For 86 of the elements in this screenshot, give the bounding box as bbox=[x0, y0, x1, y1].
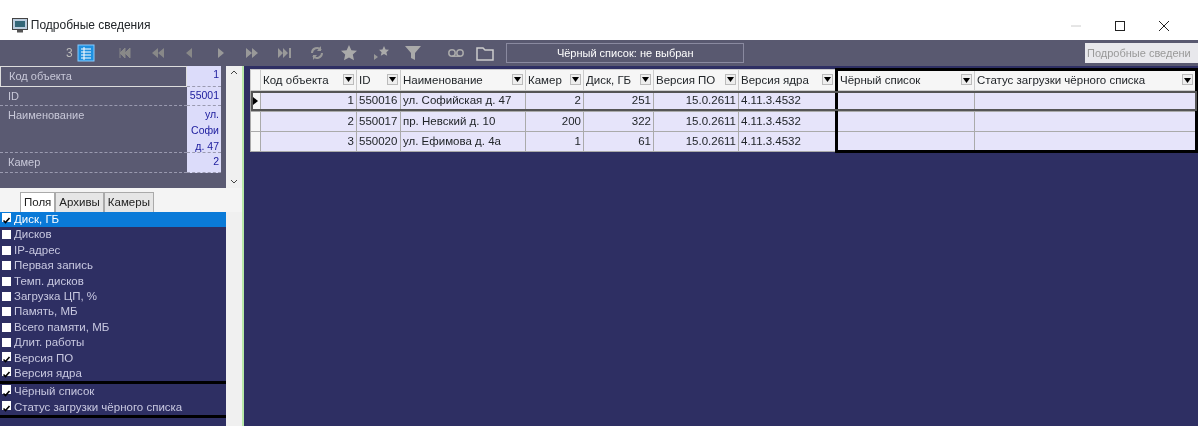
table-row[interactable]: 1 550016 ул. Софийская д. 47 2 251 15.0.2611 4.11.3.4532 bbox=[250, 90, 1197, 111]
property-value: ул. Софи д. 47 bbox=[187, 106, 221, 153]
field-item[interactable]: Чёрный список bbox=[0, 384, 227, 400]
folder-icon[interactable] bbox=[475, 44, 494, 62]
field-label: Дисков bbox=[14, 228, 52, 241]
field-item[interactable]: Статус загрузки чёрного списка bbox=[0, 399, 227, 416]
field-label: Темп. дисков bbox=[14, 274, 84, 287]
column-header[interactable]: Чёрный список bbox=[836, 69, 975, 91]
column-header[interactable]: Наименование bbox=[400, 69, 526, 91]
checkbox[interactable] bbox=[2, 400, 11, 410]
column-header[interactable]: Камер bbox=[525, 69, 584, 91]
field-item[interactable]: Память, МБ bbox=[0, 304, 227, 320]
column-header[interactable]: Код объекта bbox=[260, 69, 357, 91]
maximize-icon[interactable] bbox=[1115, 20, 1125, 31]
property-label: Код объекта bbox=[0, 66, 187, 87]
table-row[interactable]: 3 550020 ул. Ефимова д. 4а 1 61 15.0.2611 4.11.3.4532 bbox=[250, 131, 1197, 152]
field-label: Чёрный список bbox=[14, 385, 95, 398]
field-label: Версия ПО bbox=[14, 351, 74, 364]
checkbox[interactable] bbox=[2, 230, 11, 240]
field-item[interactable]: IP-адрес bbox=[0, 242, 227, 259]
property-value: 55001 bbox=[187, 86, 221, 106]
table-row[interactable]: 2 550017 пр. Невский д. 10 200 322 15.0.2611 4.11.3.4532 bbox=[250, 111, 1197, 132]
filter-dropdown[interactable]: Чёрный список: не выбран bbox=[506, 43, 745, 63]
star-icon[interactable] bbox=[339, 44, 358, 62]
window-title: Подробные сведения bbox=[30, 17, 151, 34]
field-label: Диск, ГБ bbox=[14, 213, 60, 225]
scrollbar[interactable] bbox=[226, 212, 243, 426]
checkbox[interactable] bbox=[2, 322, 11, 332]
checkbox[interactable] bbox=[2, 261, 11, 271]
app-icon bbox=[12, 17, 28, 33]
close-icon[interactable] bbox=[1159, 20, 1169, 31]
dropdown-icon[interactable] bbox=[725, 73, 736, 85]
field-label: Первая запись bbox=[14, 259, 93, 272]
tab[interactable]: Камеры bbox=[103, 192, 154, 212]
field-item[interactable]: Всего памяти, МБ bbox=[0, 319, 227, 336]
field-item[interactable]: Первая запись bbox=[0, 258, 227, 274]
tab[interactable]: Поля bbox=[20, 192, 56, 212]
field-item[interactable]: Длит. работы bbox=[0, 335, 227, 351]
field-label: Всего памяти, МБ bbox=[14, 320, 110, 333]
field-label: Версия ядра bbox=[14, 366, 82, 379]
dropdown-icon[interactable] bbox=[387, 73, 398, 85]
dropdown-icon[interactable] bbox=[640, 73, 651, 85]
column-header[interactable]: Статус загрузки чёрного списка bbox=[974, 69, 1197, 91]
checkbox[interactable] bbox=[2, 213, 11, 222]
checkbox[interactable] bbox=[2, 276, 11, 286]
checkbox[interactable] bbox=[2, 291, 11, 301]
field-item[interactable]: Версия ядра bbox=[0, 365, 227, 382]
field-label: Память, МБ bbox=[14, 305, 78, 318]
field-item[interactable]: Дисков bbox=[0, 227, 227, 243]
field-item[interactable]: Версия ПО bbox=[0, 350, 227, 366]
dropdown-icon[interactable] bbox=[512, 73, 523, 85]
field-label: Загрузка ЦП, % bbox=[14, 289, 98, 302]
dropdown-icon[interactable] bbox=[570, 73, 581, 85]
field-item[interactable]: Загрузка ЦП, % bbox=[0, 288, 227, 305]
column-header[interactable]: Версия ПО bbox=[653, 69, 739, 91]
column-header[interactable]: Диск, ГБ bbox=[583, 69, 654, 91]
dropdown-icon[interactable] bbox=[961, 74, 972, 85]
star-arrow-icon[interactable] bbox=[371, 44, 390, 62]
column-header[interactable]: Версия ядра bbox=[738, 69, 837, 91]
grid-view-icon[interactable] bbox=[76, 44, 95, 62]
dropdown-icon[interactable] bbox=[343, 73, 354, 85]
checkbox[interactable] bbox=[2, 338, 11, 348]
dropdown-icon[interactable] bbox=[1182, 74, 1193, 85]
property-value: 2 bbox=[187, 153, 221, 173]
splitter[interactable] bbox=[242, 66, 250, 426]
dropdown-icon[interactable] bbox=[822, 73, 833, 85]
field-item[interactable]: Диск, ГБ bbox=[0, 212, 227, 228]
checkbox[interactable] bbox=[2, 385, 11, 395]
scrollbar[interactable] bbox=[226, 66, 243, 188]
field-label: Статус загрузки чёрного списка bbox=[14, 400, 183, 413]
field-label: IP-адрес bbox=[14, 243, 61, 256]
checkbox[interactable] bbox=[2, 245, 11, 255]
property-value: 1 bbox=[187, 66, 221, 87]
filter-icon[interactable] bbox=[403, 44, 422, 62]
search-field[interactable]: Подробные сведени bbox=[1085, 43, 1198, 63]
field-item[interactable]: Темп. дисков bbox=[0, 273, 227, 289]
row-pointer-icon bbox=[253, 97, 258, 106]
scroll-up-icon[interactable] bbox=[230, 68, 239, 75]
tab[interactable]: Архивы bbox=[55, 192, 104, 212]
checkbox[interactable] bbox=[2, 307, 11, 317]
field-label: Длит. работы bbox=[14, 336, 85, 349]
checkbox[interactable] bbox=[2, 351, 11, 361]
scroll-down-icon[interactable] bbox=[230, 179, 239, 186]
page-count: 3 bbox=[66, 45, 73, 62]
checkbox[interactable] bbox=[2, 366, 11, 376]
column-header[interactable]: ID bbox=[356, 69, 401, 91]
